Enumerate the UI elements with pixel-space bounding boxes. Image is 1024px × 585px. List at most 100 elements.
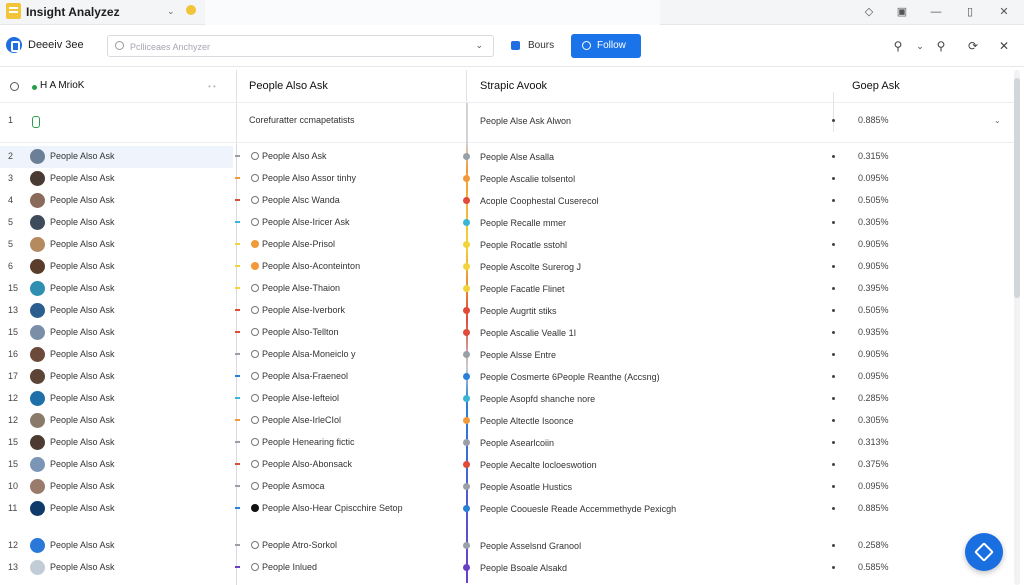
- table-row[interactable]: 1 Corefuratter ccmapetatists People Alse…: [0, 110, 1014, 132]
- table-row[interactable]: 12 People Also Ask People Alse-IrleCIol Peo…: [0, 410, 1014, 432]
- table-row[interactable]: 11 People Also Ask People Also-Hear Cpiscc…: [0, 498, 1014, 520]
- chevron-down-icon[interactable]: ⌄: [912, 38, 928, 54]
- row-name[interactable]: People Also Ask: [50, 459, 115, 469]
- scrollbar[interactable]: [1014, 70, 1020, 585]
- row-source[interactable]: People Alsse Entre: [480, 349, 820, 361]
- table-row[interactable]: 16 People Also Ask People Alsa-Moneiclo y P…: [0, 344, 1014, 366]
- avatar[interactable]: [30, 538, 45, 553]
- chevron-down-icon[interactable]: ⌄: [475, 40, 483, 51]
- avatar[interactable]: [30, 237, 45, 252]
- table-row[interactable]: 15 People Also Ask People Also-Tellton Peop…: [0, 322, 1014, 344]
- avatar[interactable]: [30, 435, 45, 450]
- row-source[interactable]: People Cosmerte 6People Reanthe (Accsng): [480, 371, 820, 383]
- row-name[interactable]: People Also Ask: [50, 437, 115, 447]
- row-question[interactable]: People Henearing fictic: [262, 437, 355, 447]
- row-source[interactable]: People Alse Asalla: [480, 151, 820, 163]
- row-name[interactable]: People Also Ask: [50, 371, 115, 381]
- row-name[interactable]: People Also Ask: [50, 261, 115, 271]
- row-name[interactable]: People Also Ask: [50, 562, 115, 572]
- avatar[interactable]: [30, 479, 45, 494]
- row-question[interactable]: People Alsa-Fraeneol: [262, 371, 348, 381]
- table-row[interactable]: 13 People Also Ask People Alse-Iverbork Peo…: [0, 300, 1014, 322]
- avatar[interactable]: [30, 303, 45, 318]
- more-icon[interactable]: • •: [208, 82, 216, 91]
- row-name[interactable]: People Also Ask: [50, 217, 115, 227]
- table-row[interactable]: 6 People Also Ask People Also-Aconteinton P…: [0, 256, 1014, 278]
- column-header-strapic[interactable]: Strapic Avook: [480, 80, 547, 92]
- refresh-icon[interactable]: ⟳: [965, 38, 981, 54]
- avatar[interactable]: [30, 149, 45, 164]
- row-name[interactable]: People Also Ask: [50, 393, 115, 403]
- row-source[interactable]: People Augrtit stiks: [480, 305, 820, 317]
- row-name[interactable]: People Also Ask: [50, 305, 115, 315]
- row-question[interactable]: People Atro-Sorkol: [262, 540, 337, 550]
- avatar[interactable]: [30, 560, 45, 575]
- row-question[interactable]: People Alse-IrleCIol: [262, 415, 341, 425]
- row-name[interactable]: People Also Ask: [50, 151, 115, 161]
- table-row[interactable]: 5 People Also Ask People Alse-Iricer Ask Pe…: [0, 212, 1014, 234]
- row-question[interactable]: People Alsa-Moneiclo y: [262, 349, 356, 359]
- row-name[interactable]: People Also Ask: [50, 283, 115, 293]
- follow-button[interactable]: Follow: [571, 34, 641, 58]
- avatar[interactable]: [30, 369, 45, 384]
- row-question[interactable]: People Alsc Wanda: [262, 195, 340, 205]
- row-question[interactable]: People Asmoca: [262, 481, 325, 491]
- avatar[interactable]: [30, 391, 45, 406]
- save-icon[interactable]: ▣: [894, 4, 910, 20]
- minimize-icon[interactable]: —: [928, 4, 944, 20]
- row-name[interactable]: People Also Ask: [50, 349, 115, 359]
- table-row[interactable]: 4 People Also Ask People Alsc Wanda Acople …: [0, 190, 1014, 212]
- filter-icon[interactable]: [10, 82, 19, 91]
- avatar[interactable]: [30, 457, 45, 472]
- row-question[interactable]: People Also Ask: [262, 151, 327, 161]
- table-row[interactable]: 10 People Also Ask People Asmoca People Aso…: [0, 476, 1014, 498]
- row-source[interactable]: Acople Coophestal Cuserecol: [480, 195, 820, 207]
- close-icon[interactable]: ✕: [996, 38, 1012, 54]
- avatar[interactable]: [30, 347, 45, 362]
- avatar[interactable]: [30, 171, 45, 186]
- row-question[interactable]: People Also Assor tinhy: [262, 173, 356, 183]
- scroll-thumb[interactable]: [1014, 78, 1020, 298]
- column-header-mark[interactable]: H A MrioK: [40, 80, 84, 91]
- row-source[interactable]: People Ascalie tolsentol: [480, 173, 820, 185]
- row-name[interactable]: People Also Ask: [50, 173, 115, 183]
- row-name[interactable]: People Also Ask: [50, 540, 115, 550]
- row-source[interactable]: People Facatle Flinet: [480, 283, 820, 295]
- table-row[interactable]: 3 People Also Ask People Also Assor tinhy P…: [0, 168, 1014, 190]
- column-header-people-also-ask[interactable]: People Also Ask: [249, 80, 328, 92]
- row-name[interactable]: People Also Ask: [50, 481, 115, 491]
- avatar[interactable]: [30, 215, 45, 230]
- row-name[interactable]: People Also Ask: [50, 239, 115, 249]
- row-source[interactable]: People Altectle Isoonce: [480, 415, 820, 427]
- search-box[interactable]: ⌄: [107, 35, 494, 57]
- row-source[interactable]: People Ascalie Vealle 1I: [480, 327, 820, 339]
- row-question[interactable]: People Also-Aconteinton: [262, 261, 360, 271]
- table-row[interactable]: 12 People Also Ask People Atro-Sorkol Peopl…: [0, 535, 1014, 557]
- row-question[interactable]: People Also-Abonsack: [262, 459, 352, 469]
- row-question[interactable]: People Inlued: [262, 562, 317, 572]
- maximize-icon[interactable]: ▯: [962, 4, 978, 20]
- column-header-goep-ask[interactable]: Goep Ask: [852, 80, 900, 92]
- bours-button[interactable]: Bours: [503, 35, 563, 57]
- search-icon[interactable]: ⚲: [890, 38, 906, 54]
- row-question[interactable]: People Alse-Prisol: [262, 239, 335, 249]
- avatar[interactable]: [30, 193, 45, 208]
- row-question[interactable]: People Alse-Iefteiol: [262, 393, 339, 403]
- row-name[interactable]: People Also Ask: [50, 327, 115, 337]
- close-icon[interactable]: ✕: [996, 4, 1012, 20]
- chevron-down-icon[interactable]: ⌄: [994, 116, 1001, 125]
- table-row[interactable]: 2 People Also Ask People Also Ask People Al…: [0, 146, 1014, 168]
- row-name[interactable]: People Also Ask: [50, 195, 115, 205]
- table-row[interactable]: 12 People Also Ask People Alse-Iefteiol Peo…: [0, 388, 1014, 410]
- table-row[interactable]: 5 People Also Ask People Alse-Prisol People…: [0, 234, 1014, 256]
- row-question[interactable]: People Also-Hear Cpiscchire Setop: [262, 503, 403, 513]
- table-row[interactable]: 17 People Also Ask People Alsa-Fraeneol Peo…: [0, 366, 1014, 388]
- row-question[interactable]: People Alse-Iricer Ask: [262, 217, 350, 227]
- row-name[interactable]: People Also Ask: [50, 503, 115, 513]
- avatar[interactable]: [30, 501, 45, 516]
- row-source[interactable]: People Coouesle Reade Accemmethyde Pexic…: [480, 503, 820, 515]
- avatar[interactable]: [30, 281, 45, 296]
- sun-icon[interactable]: [186, 5, 196, 15]
- row-question[interactable]: People Alse-Iverbork: [262, 305, 345, 315]
- table-row[interactable]: 15 People Also Ask People Also-Abonsack Peo…: [0, 454, 1014, 476]
